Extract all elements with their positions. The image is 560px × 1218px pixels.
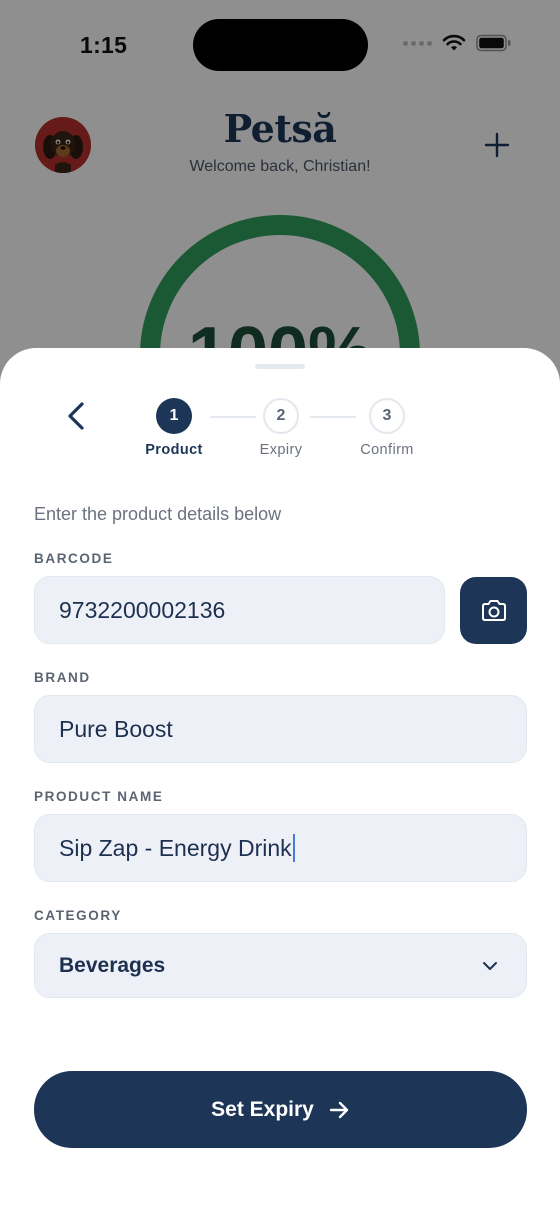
product-name-input[interactable]: Sip Zap - Energy Drink	[34, 814, 527, 882]
stepper: 1 Product 2 Expiry 3 Confirm	[0, 398, 560, 468]
step-label: Product	[145, 442, 203, 458]
brand-value: Pure Boost	[59, 715, 173, 742]
step-expiry[interactable]: 2 Expiry	[231, 398, 331, 458]
step-label: Confirm	[360, 442, 414, 458]
intro-text: Enter the product details below	[34, 504, 282, 524]
step-number: 1	[156, 398, 192, 434]
brand-label: BRAND	[34, 670, 91, 685]
step-label: Expiry	[259, 442, 303, 458]
step-number: 3	[369, 398, 405, 434]
product-name-value: Sip Zap - Energy Drink	[59, 834, 292, 861]
text-cursor	[292, 834, 295, 862]
set-expiry-label: Set Expiry	[211, 1097, 314, 1121]
brand-input[interactable]: Pure Boost	[34, 695, 527, 763]
chevron-down-icon	[483, 962, 497, 970]
step-confirm[interactable]: 3 Confirm	[337, 398, 437, 458]
category-value: Beverages	[59, 953, 166, 977]
barcode-input[interactable]: 9732200002136	[34, 576, 445, 644]
scan-barcode-button[interactable]	[460, 577, 527, 644]
set-expiry-button[interactable]: Set Expiry	[34, 1071, 527, 1148]
step-number: 2	[263, 398, 299, 434]
category-label: CATEGORY	[34, 908, 122, 923]
arrow-right-icon	[329, 1101, 349, 1118]
product-name-label: PRODUCT NAME	[34, 789, 164, 804]
sheet-grabber[interactable]	[255, 364, 305, 369]
add-product-sheet: 1 Product 2 Expiry 3 Confirm Enter the p…	[0, 348, 560, 1218]
category-select[interactable]: Beverages	[34, 933, 527, 998]
barcode-value: 9732200002136	[59, 596, 226, 623]
barcode-label: BARCODE	[34, 551, 114, 566]
step-product[interactable]: 1 Product	[124, 398, 224, 458]
camera-icon	[481, 599, 506, 621]
